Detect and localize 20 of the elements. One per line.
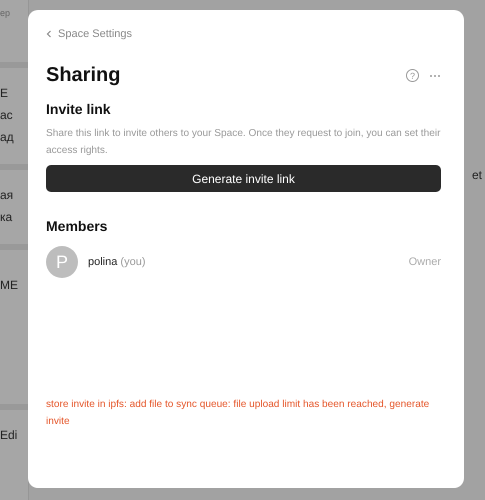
sidebar-item[interactable]: МЕ xyxy=(0,274,28,296)
error-message: store invite in ipfs: add file to sync queue: file upload limit has been reached, generate invite xyxy=(46,398,430,429)
back-link[interactable]: Space Settings xyxy=(46,28,441,40)
sidebar-item[interactable]: ая xyxy=(0,184,28,206)
sidebar-item[interactable]: E xyxy=(0,82,28,104)
background-text: et xyxy=(472,168,482,182)
generate-link-button[interactable]: Generate invite link xyxy=(46,165,441,192)
chevron-left-icon xyxy=(46,30,52,38)
description-text: Share this link to invite others to your Space. Once they request to join, you can set their access rights. xyxy=(46,127,441,158)
sidebar-item[interactable]: Edi xyxy=(0,424,28,446)
more-icon[interactable] xyxy=(429,74,441,78)
member-name: polina (you) xyxy=(88,256,146,268)
avatar: P xyxy=(46,246,78,278)
section-heading: Members xyxy=(46,218,108,234)
member-role: Owner xyxy=(408,256,441,268)
section-heading: Invite link xyxy=(46,101,112,117)
dialog-title: Sharing xyxy=(46,64,120,87)
sidebar-item[interactable]: ад xyxy=(0,126,28,148)
sidebar-item[interactable]: ас xyxy=(0,104,28,126)
sidebar-item[interactable]: ка xyxy=(0,206,28,228)
